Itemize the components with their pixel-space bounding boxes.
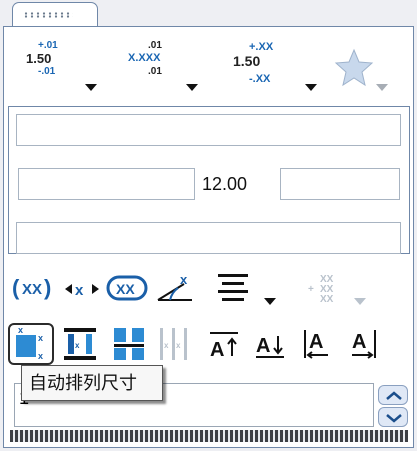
prec-upper-text: +.XX [249, 41, 274, 53]
limit-nominal-text: X.XXX [128, 52, 161, 64]
dimension-value-text: 12.00 [202, 174, 248, 194]
limit-dimension-button[interactable]: .01 X.XXX .01 [118, 38, 198, 98]
scroll-up-button[interactable] [378, 385, 408, 405]
angle-dimension-button[interactable]: x [154, 270, 196, 304]
stack-vertical-button[interactable]: x [62, 326, 98, 362]
text-bottom-align-icon: A [256, 335, 284, 358]
panel-tab[interactable] [12, 2, 98, 28]
dropdown-arrow-icon[interactable] [376, 84, 388, 91]
text-top-align-button[interactable]: A [208, 330, 244, 360]
precision-format-icon: +.XX 1.50 -.XX [233, 41, 274, 85]
svg-text:XX: XX [116, 281, 135, 297]
chevron-up-icon [386, 391, 402, 400]
precision-format-button[interactable]: +.XX 1.50 -.XX [230, 38, 317, 98]
svg-text:x: x [180, 272, 188, 287]
align-center-icon [218, 274, 276, 305]
text-align-button[interactable] [214, 270, 280, 308]
svg-text:XX: XX [22, 281, 42, 298]
tab-grip-handle[interactable] [23, 12, 73, 18]
svg-text:): ) [44, 275, 51, 300]
text-left-align-icon: A [304, 330, 328, 359]
inspection-dimension-icon: XX [106, 275, 148, 301]
svg-text:A: A [352, 331, 366, 353]
svg-text:x: x [164, 341, 169, 350]
stack-vertical-icon: x [64, 328, 96, 360]
limit-upper-text: .01 [148, 40, 162, 51]
chevron-down-icon [386, 414, 402, 423]
svg-text:x: x [75, 282, 84, 299]
reference-dimension-button[interactable]: x [62, 276, 102, 302]
auto-arrange-icon: x x x [16, 325, 43, 361]
star-icon [334, 48, 374, 87]
angle-dimension-icon: x [157, 272, 192, 301]
parentheses-icon: ( XX ) [12, 275, 51, 300]
text-right-align-button[interactable]: A [348, 328, 384, 360]
text-bottom-align-button[interactable]: A [254, 330, 290, 360]
dropdown-arrow-icon[interactable] [305, 84, 317, 91]
reference-dimension-icon: x [65, 282, 99, 299]
svg-text:x: x [18, 325, 23, 335]
text-top-align-icon: A [210, 332, 238, 360]
tol-upper-text: +.01 [38, 40, 58, 51]
split-horizontal-button[interactable] [112, 326, 148, 362]
parentheses-button[interactable]: ( XX ) [12, 274, 56, 302]
spread-layout-button: x x [158, 326, 194, 362]
stack-format-button: XX + XX XX [306, 270, 372, 308]
svg-text:x: x [38, 351, 43, 361]
tol-nominal-text: 1.50 [26, 51, 51, 66]
svg-text:A: A [210, 339, 224, 360]
svg-text:x: x [176, 341, 181, 350]
text-before-field[interactable] [18, 168, 195, 200]
tooltip: 自动排列尺寸 [21, 365, 163, 401]
auto-arrange-button[interactable]: x x x [8, 323, 54, 365]
split-horizontal-icon [114, 328, 144, 360]
svg-text:A: A [309, 331, 323, 353]
svg-text:(: ( [12, 275, 20, 300]
limit-lower-text: .01 [148, 66, 162, 77]
svg-text:XX: XX [320, 294, 334, 305]
svg-text:A: A [256, 335, 270, 357]
dropdown-arrow-icon[interactable] [186, 84, 198, 91]
text-after-field[interactable] [280, 168, 400, 200]
text-below-field[interactable] [16, 222, 401, 254]
svg-text:+: + [308, 284, 314, 295]
tol-lower-text: -.01 [38, 66, 56, 77]
spread-layout-icon: x x [160, 328, 187, 360]
inspection-dimension-button[interactable]: XX [106, 273, 148, 303]
favorites-button[interactable] [334, 38, 394, 98]
svg-text:x: x [75, 341, 80, 350]
prec-nominal-text: 1.50 [233, 53, 260, 69]
prec-lower-text: -.XX [249, 73, 271, 85]
text-right-align-icon: A [352, 330, 376, 359]
resize-grip-bar[interactable] [10, 430, 408, 442]
text-above-field[interactable] [16, 114, 401, 146]
stack-format-icon: XX + XX XX [308, 274, 366, 305]
dropdown-arrow-icon[interactable] [85, 84, 97, 91]
symmetric-tolerance-button[interactable]: +.01 1.50 -.01 [18, 38, 98, 98]
text-left-align-button[interactable]: A [302, 328, 338, 360]
svg-text:x: x [38, 333, 43, 343]
scroll-down-button[interactable] [378, 407, 408, 427]
